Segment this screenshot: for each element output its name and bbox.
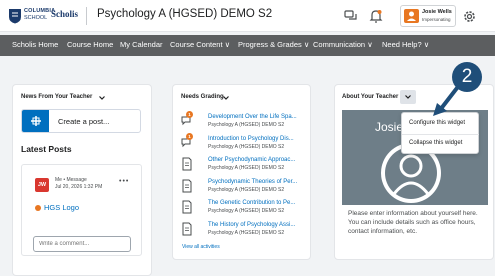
course-title[interactable]: Psychology A (HGSED) DEMO S2 <box>97 8 272 20</box>
grading-item-course: Psychology A (HGSED) DEMO S2 <box>208 165 285 171</box>
attachment-icon <box>35 205 41 212</box>
post-attachment-link[interactable]: HGS Logo <box>35 203 79 212</box>
assignment-icon <box>182 179 192 193</box>
collapse-widget-option[interactable]: Collapse this widget <box>409 140 462 146</box>
teacher-name: Josie <box>375 120 404 134</box>
teacher-description: Please enter information about yourself … <box>348 210 478 235</box>
needs-grading-title: Needs Grading <box>181 94 224 100</box>
header-divider <box>86 7 87 25</box>
grading-item-title: Other Psychodynamic Approac... <box>208 157 296 163</box>
grading-badge: 1 <box>186 111 193 118</box>
assignment-icon <box>182 200 192 214</box>
grading-item-title: Psychodynamic Theories of Per... <box>208 179 298 185</box>
user-silhouette-icon <box>407 11 416 21</box>
settings-gear-icon[interactable] <box>461 8 477 24</box>
grading-item-course: Psychology A (HGSED) DEMO S2 <box>208 187 285 193</box>
create-post-label: Create a post... <box>58 117 110 126</box>
grading-item-title: The Genetic Contribution to Pe... <box>208 200 296 206</box>
news-widget-title: News From Your Teacher <box>21 94 93 100</box>
notifications-bell-icon[interactable] <box>368 8 384 24</box>
post-date: Jul 20, 2026 1:32 PM <box>55 184 103 190</box>
grading-item-title: Development Over the Life Spa... <box>208 114 297 120</box>
create-post-button[interactable]: Create a post... <box>21 109 141 133</box>
widget-menu-button[interactable] <box>400 90 416 104</box>
logo-line2: SCHOOL <box>24 15 48 21</box>
pointer-arrow-icon <box>433 86 459 116</box>
post-more-menu[interactable]: ••• <box>119 178 129 185</box>
chevron-down-icon[interactable] <box>222 94 230 102</box>
top-header: COLUMBIA SCHOOL Scholis Psychology A (HG… <box>0 0 495 32</box>
messages-icon[interactable] <box>343 8 359 24</box>
nav-course-content[interactable]: Course Content ∨ <box>170 40 230 49</box>
user-avatar <box>404 9 419 23</box>
grading-item-course: Psychology A (HGSED) DEMO S2 <box>208 230 285 236</box>
chevron-down-icon[interactable] <box>98 94 106 102</box>
nav-scholis-home[interactable]: Scholis Home <box>12 40 58 49</box>
post-link-text: HGS Logo <box>44 203 80 212</box>
user-role: Impersonating <box>422 17 451 22</box>
nav-progress-grades[interactable]: Progress & Grades ∨ <box>238 40 309 49</box>
post-author: Me • Message <box>55 177 87 183</box>
nav-communication[interactable]: Communication ∨ <box>313 40 373 49</box>
configure-widget-option[interactable]: Configure this widget <box>409 120 465 126</box>
post-author-avatar: JW <box>35 178 49 192</box>
user-menu-button[interactable]: Josie Wells Impersonating <box>400 5 456 27</box>
latest-posts-heading: Latest Posts <box>21 144 72 154</box>
grading-badge: 1 <box>186 133 193 140</box>
grading-item-course: Psychology A (HGSED) DEMO S2 <box>208 144 285 150</box>
grading-item-course: Psychology A (HGSED) DEMO S2 <box>208 122 285 128</box>
grading-item-title: The History of Psychology Assi... <box>208 222 296 228</box>
grading-item-course: Psychology A (HGSED) DEMO S2 <box>208 208 285 214</box>
chevron-down-icon <box>405 95 411 99</box>
about-teacher-title: About Your Teacher <box>342 94 399 100</box>
assignment-icon <box>182 157 192 171</box>
assignment-icon <box>182 222 192 236</box>
crest-icon <box>9 9 21 24</box>
view-all-activities-link[interactable]: View all activities <box>182 244 220 250</box>
nav-need-help[interactable]: Need Help? ∨ <box>382 40 429 49</box>
nav-course-home[interactable]: Course Home <box>67 40 113 49</box>
grading-item-title: Introduction to Psychology Dis... <box>208 136 294 142</box>
comment-input[interactable] <box>33 236 131 252</box>
course-navbar: Scholis Home Course Home My Calendar Cou… <box>0 35 495 56</box>
menu-divider <box>402 134 479 135</box>
logo-brand: Scholis <box>51 9 79 19</box>
school-logo[interactable]: COLUMBIA SCHOOL Scholis <box>8 7 80 25</box>
compose-icon <box>22 110 49 132</box>
nav-my-calendar[interactable]: My Calendar <box>120 40 163 49</box>
user-name: Josie Wells <box>422 9 452 15</box>
